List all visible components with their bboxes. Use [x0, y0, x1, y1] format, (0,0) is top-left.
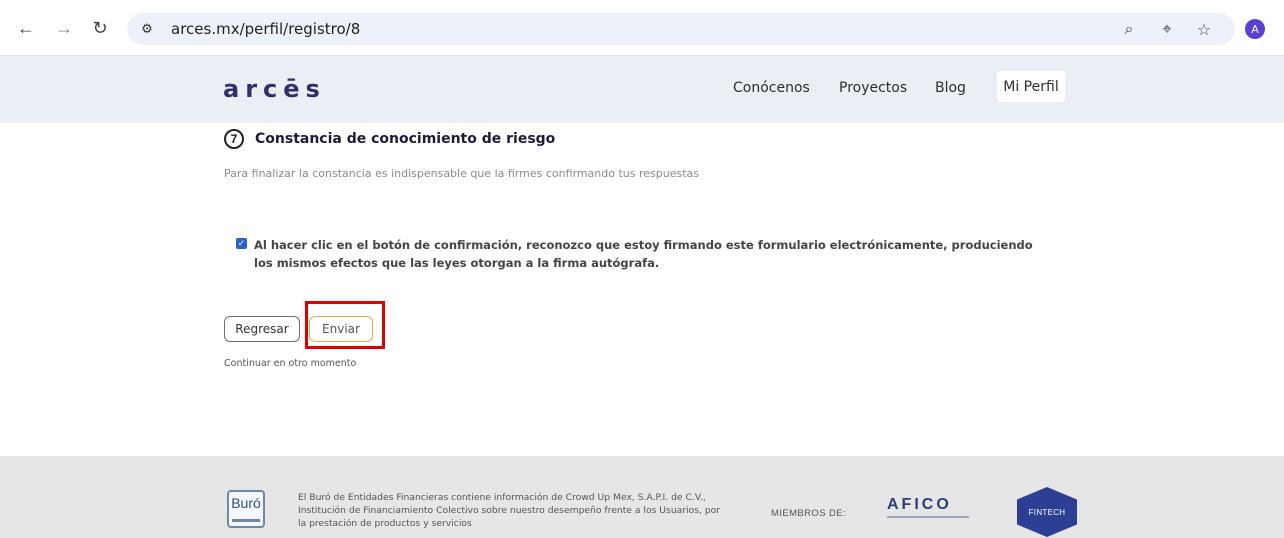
site-settings-icon[interactable]: ⚙ [137, 19, 157, 39]
site-logo[interactable]: arcēs [223, 75, 326, 103]
nav-mi-perfil[interactable]: Mi Perfil [997, 71, 1065, 102]
fintech-logo[interactable]: FINTECH [1017, 487, 1077, 537]
step-description: Para finalizar la constancia es indispen… [224, 167, 700, 180]
footer-disclaimer: El Buró de Entidades Financieras contien… [298, 492, 721, 529]
consent-checkbox[interactable]: ✓ [236, 238, 247, 249]
afico-logo[interactable]: AFICO [887, 496, 952, 514]
address-bar[interactable]: ⚙ arces.mx/perfil/registro/8 ⌕ ⌖ ☆ [127, 13, 1235, 45]
nav-blog[interactable]: Blog [935, 80, 966, 96]
location-icon[interactable]: ⌖ [1156, 19, 1178, 41]
forward-arrow-icon[interactable]: → [52, 16, 76, 40]
consent-text: Al hacer clic en el botón de confirmació… [254, 238, 1033, 270]
nav-conocenos[interactable]: Conócenos [733, 80, 810, 96]
back-arrow-icon[interactable]: ← [14, 16, 38, 40]
browser-toolbar: ← → ↻ ⚙ arces.mx/perfil/registro/8 ⌕ ⌖ ☆… [0, 0, 1284, 56]
back-button[interactable]: Regresar [224, 316, 300, 342]
bookmark-star-icon[interactable]: ☆ [1193, 19, 1215, 41]
continue-later-link[interactable]: Continuar en otro momento [224, 358, 356, 369]
reload-icon[interactable]: ↻ [88, 16, 112, 40]
zoom-icon[interactable]: ⌕ [1118, 19, 1140, 41]
site-header: arcēs Conócenos Proyectos Blog Mi Perfil [0, 56, 1284, 123]
url-text[interactable]: arces.mx/perfil/registro/8 [171, 20, 360, 38]
buro-logo-underline [232, 519, 260, 522]
checkmark-icon: ✓ [237, 238, 246, 248]
members-label: MIEMBROS DE: [771, 508, 847, 519]
buro-logo[interactable]: Buró [227, 490, 265, 528]
step-title: Constancia de conocimiento de riesgo [255, 131, 556, 147]
step-number-badge: 7 [224, 129, 244, 149]
footer: Buró El Buró de Entidades Financieras co… [0, 456, 1284, 538]
nav-proyectos[interactable]: Proyectos [839, 80, 907, 96]
profile-avatar[interactable]: A [1245, 19, 1265, 39]
afico-logo-underline [887, 516, 969, 518]
send-button-highlight [305, 301, 385, 349]
